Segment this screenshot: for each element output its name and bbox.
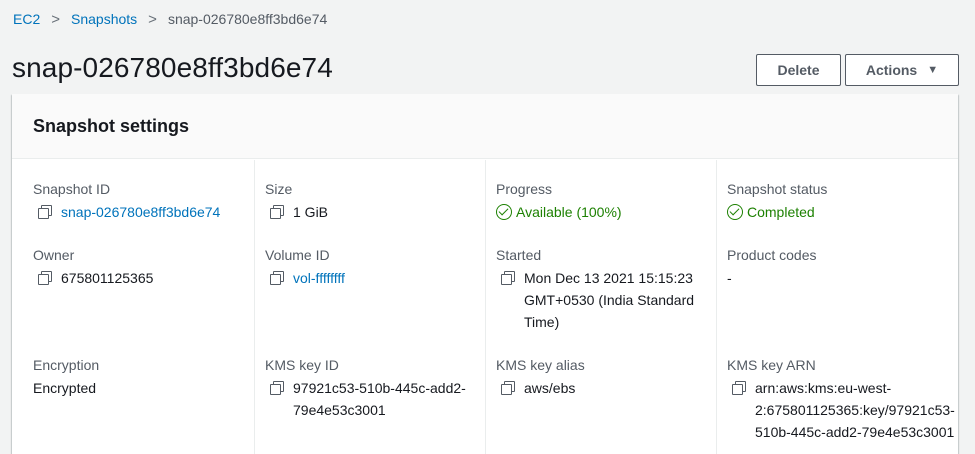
field-label: Volume ID bbox=[265, 247, 330, 263]
copy-icon[interactable] bbox=[732, 381, 746, 395]
field-label: Progress bbox=[496, 181, 553, 197]
kms-key-arn-value: arn:aws:kms:eu-west-2:675801125365:key/9… bbox=[755, 380, 955, 440]
field-progress: Progress Available (100%) bbox=[496, 179, 711, 223]
breadcrumb-snapshots-link[interactable]: Snapshots bbox=[71, 11, 137, 27]
volume-id-link[interactable]: vol-ffffffff bbox=[293, 267, 480, 289]
copy-icon[interactable] bbox=[270, 271, 284, 285]
field-label: Product codes bbox=[727, 247, 817, 263]
field-owner: Owner 675801125365 bbox=[33, 245, 249, 289]
field-label: KMS key ARN bbox=[727, 357, 816, 373]
field-snapshot-status: Snapshot status Completed bbox=[727, 179, 952, 223]
field-label: KMS key ID bbox=[265, 357, 339, 373]
actions-dropdown-button[interactable]: Actions ▼ bbox=[845, 54, 959, 86]
breadcrumb-ec2-link[interactable]: EC2 bbox=[13, 11, 40, 27]
copy-icon[interactable] bbox=[38, 205, 52, 219]
field-size: Size 1 GiB bbox=[265, 179, 480, 223]
snapshot-status-value: Completed bbox=[747, 204, 815, 220]
field-label: Started bbox=[496, 247, 542, 263]
chevron-right-icon: > bbox=[148, 10, 157, 28]
copy-icon[interactable] bbox=[38, 271, 52, 285]
field-label: Owner bbox=[33, 247, 75, 263]
field-kms-key-id: KMS key ID 97921c53-510b-445c-add2-79e4e… bbox=[265, 355, 480, 421]
field-label: Snapshot status bbox=[727, 181, 828, 197]
progress-value: Available (100%) bbox=[516, 204, 622, 220]
field-kms-key-alias: KMS key alias aws/ebs bbox=[496, 355, 711, 399]
check-circle-icon bbox=[727, 204, 743, 220]
size-value: 1 GiB bbox=[293, 204, 329, 220]
caret-down-icon: ▼ bbox=[927, 64, 939, 76]
page-title: snap-026780e8ff3bd6e74 bbox=[12, 52, 333, 83]
field-encryption: Encryption Encrypted bbox=[33, 355, 249, 399]
copy-icon[interactable] bbox=[501, 381, 515, 395]
details-column-3: Progress Available (100%) Started Mon De… bbox=[485, 160, 717, 454]
field-product-codes: Product codes - bbox=[727, 245, 952, 289]
actions-button-label: Actions bbox=[865, 62, 918, 78]
panel-header: Snapshot settings bbox=[12, 94, 958, 159]
details-column-2: Size 1 GiB Volume ID vol-ffffffff KMS ke… bbox=[254, 160, 486, 454]
field-volume-id: Volume ID vol-ffffffff bbox=[265, 245, 480, 289]
field-snapshot-id: Snapshot ID snap-026780e8ff3bd6e74 bbox=[33, 179, 249, 223]
copy-icon[interactable] bbox=[270, 205, 284, 219]
owner-value: 675801125365 bbox=[61, 270, 154, 286]
kms-key-id-value: 97921c53-510b-445c-add2-79e4e53c3001 bbox=[293, 380, 466, 418]
details-column-1: Snapshot ID snap-026780e8ff3bd6e74 Owner… bbox=[12, 160, 255, 454]
breadcrumb: EC2 > Snapshots > snap-026780e8ff3bd6e74 bbox=[13, 11, 327, 27]
kms-key-alias-value: aws/ebs bbox=[524, 380, 576, 396]
details-column-4: Snapshot status Completed Product codes … bbox=[716, 160, 958, 454]
encryption-value: Encrypted bbox=[33, 380, 97, 396]
check-circle-icon bbox=[496, 204, 512, 220]
started-value: Mon Dec 13 2021 15:15:23 GMT+0530 (India… bbox=[524, 270, 695, 330]
field-label: KMS key alias bbox=[496, 357, 585, 373]
field-kms-key-arn: KMS key ARN arn:aws:kms:eu-west-2:675801… bbox=[727, 355, 955, 443]
copy-icon[interactable] bbox=[501, 271, 515, 285]
details-grid: Snapshot ID snap-026780e8ff3bd6e74 Owner… bbox=[12, 160, 958, 454]
product-codes-value: - bbox=[727, 270, 732, 286]
copy-icon[interactable] bbox=[270, 381, 284, 395]
field-label: Size bbox=[265, 181, 293, 197]
snapshot-id-link[interactable]: snap-026780e8ff3bd6e74 bbox=[61, 201, 249, 223]
field-started: Started Mon Dec 13 2021 15:15:23 GMT+053… bbox=[496, 245, 711, 333]
chevron-right-icon: > bbox=[51, 10, 60, 28]
field-label: Encryption bbox=[33, 357, 100, 373]
delete-button[interactable]: Delete bbox=[756, 54, 841, 86]
snapshot-settings-panel: Snapshot settings Snapshot ID snap-02678… bbox=[12, 94, 958, 454]
breadcrumb-current: snap-026780e8ff3bd6e74 bbox=[167, 11, 328, 27]
panel-title: Snapshot settings bbox=[33, 116, 190, 136]
field-label: Snapshot ID bbox=[33, 181, 111, 197]
